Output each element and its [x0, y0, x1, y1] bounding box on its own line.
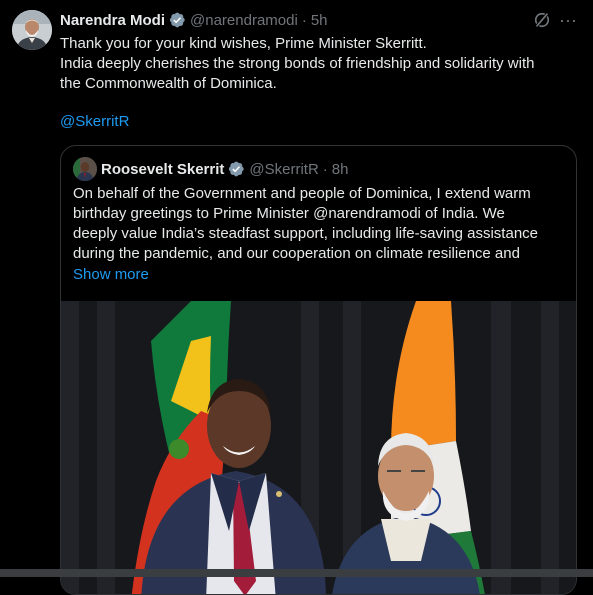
more-options-icon[interactable]: ··· [557, 9, 579, 31]
author-handle[interactable]: @narendramodi [190, 12, 298, 29]
post-text-line: India deeply cherishes the strong bonds … [60, 55, 535, 72]
header-separator: · [301, 11, 307, 29]
quoted-post-photo[interactable] [61, 301, 576, 594]
post-timestamp[interactable]: 5h [311, 12, 328, 29]
verified-badge-icon [229, 161, 245, 177]
header-separator: · [322, 160, 328, 178]
mention-link[interactable]: @SkerritR [60, 112, 129, 132]
author-name[interactable]: Narendra Modi [60, 12, 165, 29]
post-text: Thank you for your kind wishes, Prime Mi… [60, 34, 575, 94]
quoted-author-name[interactable]: Roosevelt Skerrit [101, 161, 224, 178]
author-avatar[interactable] [12, 10, 52, 50]
quoted-text-line: deeply value India’s steadfast support, … [73, 225, 538, 242]
quoted-post[interactable]: Roosevelt Skerrit @SkerritR · 8h On beha… [60, 145, 577, 595]
quoted-author-avatar[interactable] [73, 157, 97, 181]
verified-badge-icon [169, 12, 185, 28]
post-header: Narendra Modi @narendramodi · 5h [60, 10, 328, 30]
quoted-post-timestamp[interactable]: 8h [332, 161, 349, 178]
show-more-link[interactable]: Show more [73, 265, 149, 285]
photo-illustration [61, 301, 576, 594]
bottom-scroll-strip [0, 569, 593, 577]
grok-icon[interactable] [532, 10, 552, 30]
quoted-text-line: birthday greetings to Prime Minister @na… [73, 205, 505, 222]
post-text-line: the Commonwealth of Dominica. [60, 75, 277, 92]
quoted-text-line: On behalf of the Government and people o… [73, 185, 531, 202]
quoted-text-line: during the pandemic, and our cooperation… [73, 245, 520, 262]
quoted-post-text: On behalf of the Government and people o… [73, 184, 565, 264]
quoted-post-header: Roosevelt Skerrit @SkerritR · 8h [101, 159, 348, 179]
tweet: Narendra Modi @narendramodi · 5h ··· Tha… [0, 0, 593, 595]
post-text-line: Thank you for your kind wishes, Prime Mi… [60, 35, 427, 52]
quoted-author-handle[interactable]: @SkerritR [249, 161, 318, 178]
